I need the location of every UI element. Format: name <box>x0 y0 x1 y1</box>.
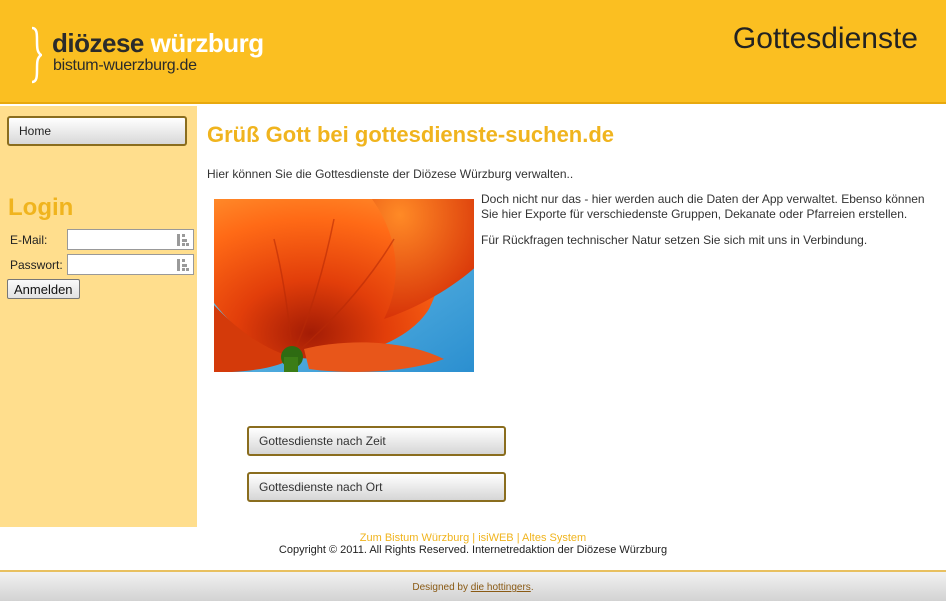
logo-wordmark[interactable]: diözese würzburg <box>52 28 264 58</box>
key-icon[interactable] <box>177 233 189 247</box>
header-title: Gottesdienste <box>732 22 918 55</box>
logo-brace-icon <box>31 26 42 84</box>
password-field[interactable] <box>67 254 194 275</box>
footer-separator: | <box>513 532 523 544</box>
designed-by-prefix: Designed by <box>412 582 471 593</box>
designer-link[interactable]: die hottingers <box>471 582 531 593</box>
email-row: E-Mail: <box>9 229 195 251</box>
email-label: E-Mail: <box>10 233 48 247</box>
password-row: Passwort: <box>9 254 195 276</box>
page-title: Grüß Gott bei gottesdienste-suchen.de <box>207 122 615 147</box>
email-field[interactable] <box>67 229 194 250</box>
login-submit-button[interactable]: Anmelden <box>7 279 80 299</box>
services-by-place-button[interactable]: Gottesdienste nach Ort <box>247 472 506 502</box>
footer-separator: | <box>469 532 479 544</box>
designed-by: Designed by die hottingers. <box>0 582 946 593</box>
main-content: Grüß Gott bei gottesdienste-suchen.de Hi… <box>197 106 946 527</box>
designed-by-suffix: . <box>530 582 534 593</box>
logo-word-wuerzburg: würzburg <box>150 28 265 58</box>
home-button[interactable]: Home <box>7 116 187 146</box>
paragraph-app-info: Doch nicht nur das - hier werden auch di… <box>481 192 925 221</box>
site-header: diözese würzburg bistum-wuerzburg.de Got… <box>0 0 946 104</box>
services-by-time-button[interactable]: Gottesdienste nach Zeit <box>247 426 506 456</box>
copyright-text: Copyright © 2011. All Rights Reserved. I… <box>278 544 668 556</box>
password-label: Passwort: <box>10 258 63 272</box>
bottom-bar: Designed by die hottingers. <box>0 570 946 601</box>
sidebar: Home Login E-Mail: Passwort: Anmelden <box>0 106 197 527</box>
logo-domain: bistum-wuerzburg.de <box>53 57 197 74</box>
poppy-flower-image <box>214 199 474 372</box>
key-icon[interactable] <box>177 258 189 272</box>
login-heading: Login <box>8 194 74 221</box>
logo-word-dioezese: diözese <box>52 28 144 58</box>
footer-link-bistum[interactable]: Zum Bistum Würzburg <box>360 532 469 544</box>
footer-links: Zum Bistum Würzburg | isiWEB | Altes Sys… <box>0 532 946 544</box>
footer-link-isiweb[interactable]: isiWEB <box>478 532 513 544</box>
footer-link-old-system[interactable]: Altes System <box>522 532 586 544</box>
paragraph-contact: Für Rückfragen technischer Natur setzen … <box>481 233 868 247</box>
intro-text: Hier können Sie die Gottesdienste der Di… <box>207 167 574 181</box>
